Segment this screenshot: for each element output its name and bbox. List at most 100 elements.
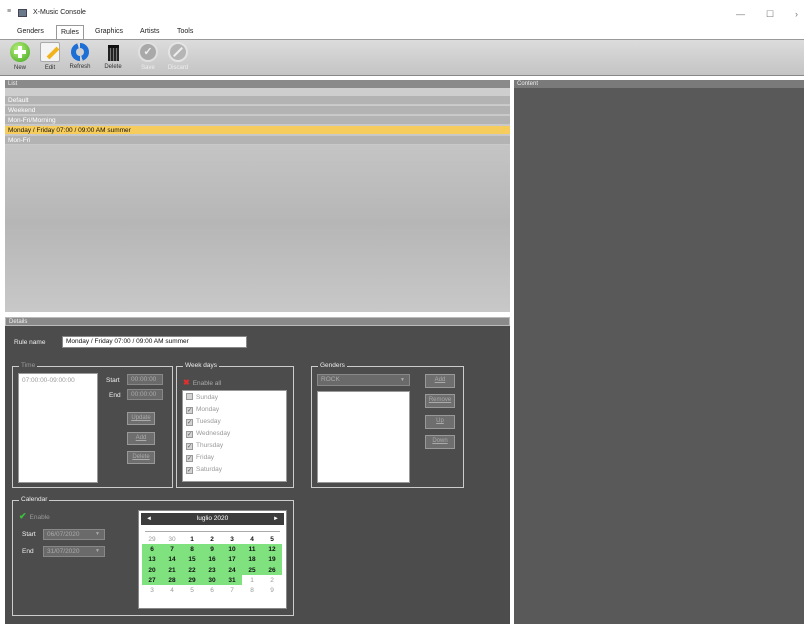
calendar-day-selected[interactable]: 9 [202, 544, 222, 555]
system-menu-icon[interactable]: ≡ [7, 8, 11, 15]
edit-pencil-icon [40, 42, 60, 62]
list-header: List [5, 80, 510, 88]
month-calendar[interactable]: ◄ luglio 2020 ► 29 30 1 2 3 4 5 6 7 8 9 10 11 12 13 14 1… [138, 510, 287, 609]
edit-button[interactable]: Edit [36, 42, 64, 76]
calendar-start-date[interactable]: 06/07/2020 ▼ [43, 529, 105, 540]
calendar-day[interactable]: 1 [182, 534, 202, 544]
calendar-day-selected[interactable]: 10 [222, 544, 242, 555]
calendar-day[interactable]: 9 [262, 585, 282, 595]
calendar-day[interactable]: 2 [262, 575, 282, 585]
maximize-button[interactable]: ☐ [766, 9, 774, 20]
tuesday-checkbox[interactable]: ✓ Tuesday [186, 416, 221, 427]
menu-graphics[interactable]: Graphics [91, 25, 127, 39]
calendar-day-selected[interactable]: 25 [242, 564, 262, 576]
calendar-day-selected[interactable]: 30 [202, 575, 222, 586]
calendar-day[interactable]: 8 [242, 585, 262, 595]
calendar-day-selected[interactable]: 6 [142, 544, 162, 555]
calendar-day-selected[interactable]: 12 [262, 544, 282, 555]
start-time-label: Start [106, 377, 120, 384]
calendar-day[interactable]: 3 [142, 585, 162, 595]
calendar-day-selected[interactable]: 7 [162, 544, 182, 555]
enable-all-toggle[interactable]: ✖ Enable all [183, 377, 221, 388]
calendar-day-selected[interactable]: 31 [222, 575, 242, 586]
list-item[interactable]: Mon-Fri/Morning [5, 116, 510, 125]
calendar-day-selected[interactable]: 24 [222, 564, 242, 576]
close-button[interactable]: › [795, 9, 798, 19]
calendar-day-selected[interactable]: 21 [162, 564, 182, 576]
calendar-day[interactable]: 2 [202, 534, 222, 544]
save-button[interactable]: ✓ Save [134, 42, 162, 76]
list-item-selected[interactable]: Monday / Friday 07:00 / 09:00 AM summer [5, 126, 510, 135]
time-delete-button[interactable]: Delete [127, 451, 155, 464]
list-item[interactable]: Default [5, 96, 510, 105]
calendar-day[interactable]: 4 [242, 534, 262, 544]
calendar-day-selected[interactable]: 23 [202, 564, 222, 576]
calendar-day-selected[interactable]: 17 [222, 554, 242, 565]
discard-button[interactable]: Discard [164, 42, 192, 76]
monday-checkbox[interactable]: ✓ Monday [186, 404, 219, 415]
calendar-day[interactable]: 6 [202, 585, 222, 595]
calendar-enable-toggle[interactable]: ✔ Enable [19, 511, 50, 522]
refresh-icon [71, 43, 89, 61]
refresh-button[interactable]: Refresh [66, 42, 94, 76]
calendar-day[interactable]: 1 [242, 575, 262, 585]
genders-remove-button[interactable]: Remove [425, 394, 455, 408]
calendar-day[interactable]: 7 [222, 585, 242, 595]
calendar-day-selected[interactable]: 29 [182, 575, 202, 586]
time-list-item[interactable]: 07:00:00-09:00:00 [22, 377, 75, 384]
checkbox-unchecked-icon [186, 393, 193, 400]
calendar-day[interactable]: 4 [162, 585, 182, 595]
calendar-end-date[interactable]: 31/07/2020 ▼ [43, 546, 105, 557]
genders-add-button[interactable]: Add [425, 374, 455, 388]
minimize-button[interactable]: — [736, 9, 745, 19]
calendar-day[interactable]: 30 [162, 534, 182, 544]
calendar-day-selected[interactable]: 19 [262, 554, 282, 565]
genders-select-value: ROCK [321, 376, 340, 383]
sunday-label: Sunday [196, 394, 219, 401]
calendar-day[interactable]: 5 [182, 585, 202, 595]
menu-artists[interactable]: Artists [136, 25, 163, 39]
list-item[interactable]: Mon-Fri [5, 136, 510, 145]
time-add-button[interactable]: Add [127, 432, 155, 445]
genders-down-button[interactable]: Down [425, 435, 455, 449]
end-time-field[interactable]: 00:00:00 [127, 389, 163, 400]
calendar-day[interactable]: 5 [262, 534, 282, 544]
new-button[interactable]: New [6, 42, 34, 76]
calendar-day-selected[interactable]: 14 [162, 554, 182, 565]
calendar-day-selected[interactable]: 22 [182, 564, 202, 576]
calendar-day-selected[interactable]: 15 [182, 554, 202, 565]
calendar-day-selected[interactable]: 13 [142, 554, 162, 565]
start-time-field[interactable]: 00:00:00 [127, 374, 163, 385]
sunday-checkbox[interactable]: Sunday [186, 392, 218, 403]
calendar-day-selected[interactable]: 28 [162, 575, 182, 586]
menu-tools[interactable]: Tools [173, 25, 197, 39]
calendar-month-title[interactable]: luglio 2020 [197, 515, 228, 522]
saturday-checkbox[interactable]: ✓ Saturday [186, 464, 222, 475]
discard-label: Discard [167, 65, 189, 71]
calendar-next-button[interactable]: ► [273, 513, 279, 525]
time-update-button[interactable]: Update [127, 412, 155, 425]
calendar-day-selected[interactable]: 11 [242, 544, 262, 555]
genders-select[interactable]: ROCK ▼ [317, 374, 410, 386]
calendar-day[interactable]: 29 [142, 534, 162, 544]
weekdays-group: Week days ✖ Enable all Sunday ✓ Monday ✓ Tu… [176, 362, 294, 488]
calendar-day-selected[interactable]: 18 [242, 554, 262, 565]
genders-list[interactable] [317, 391, 410, 483]
rule-name-field[interactable]: Monday / Friday 07:00 / 09:00 AM summer [62, 336, 247, 348]
menu-genders[interactable]: Genders [13, 25, 48, 39]
calendar-day-selected[interactable]: 8 [182, 544, 202, 555]
menu-rules[interactable]: Rules [56, 25, 84, 40]
time-list[interactable]: 07:00:00-09:00:00 [18, 373, 98, 483]
calendar-day-selected[interactable]: 27 [142, 575, 162, 586]
calendar-day-selected[interactable]: 16 [202, 554, 222, 565]
calendar-day[interactable]: 3 [222, 534, 242, 544]
calendar-day-selected[interactable]: 26 [262, 564, 282, 576]
delete-button[interactable]: Delete [99, 42, 127, 76]
genders-up-button[interactable]: Up [425, 415, 455, 429]
thursday-checkbox[interactable]: ✓ Thursday [186, 440, 223, 451]
friday-checkbox[interactable]: ✓ Friday [186, 452, 214, 463]
calendar-prev-button[interactable]: ◄ [146, 513, 152, 525]
calendar-day-selected[interactable]: 20 [142, 564, 162, 576]
list-item[interactable]: Weekend [5, 106, 510, 115]
wednesday-checkbox[interactable]: ✓ Wednesday [186, 428, 230, 439]
